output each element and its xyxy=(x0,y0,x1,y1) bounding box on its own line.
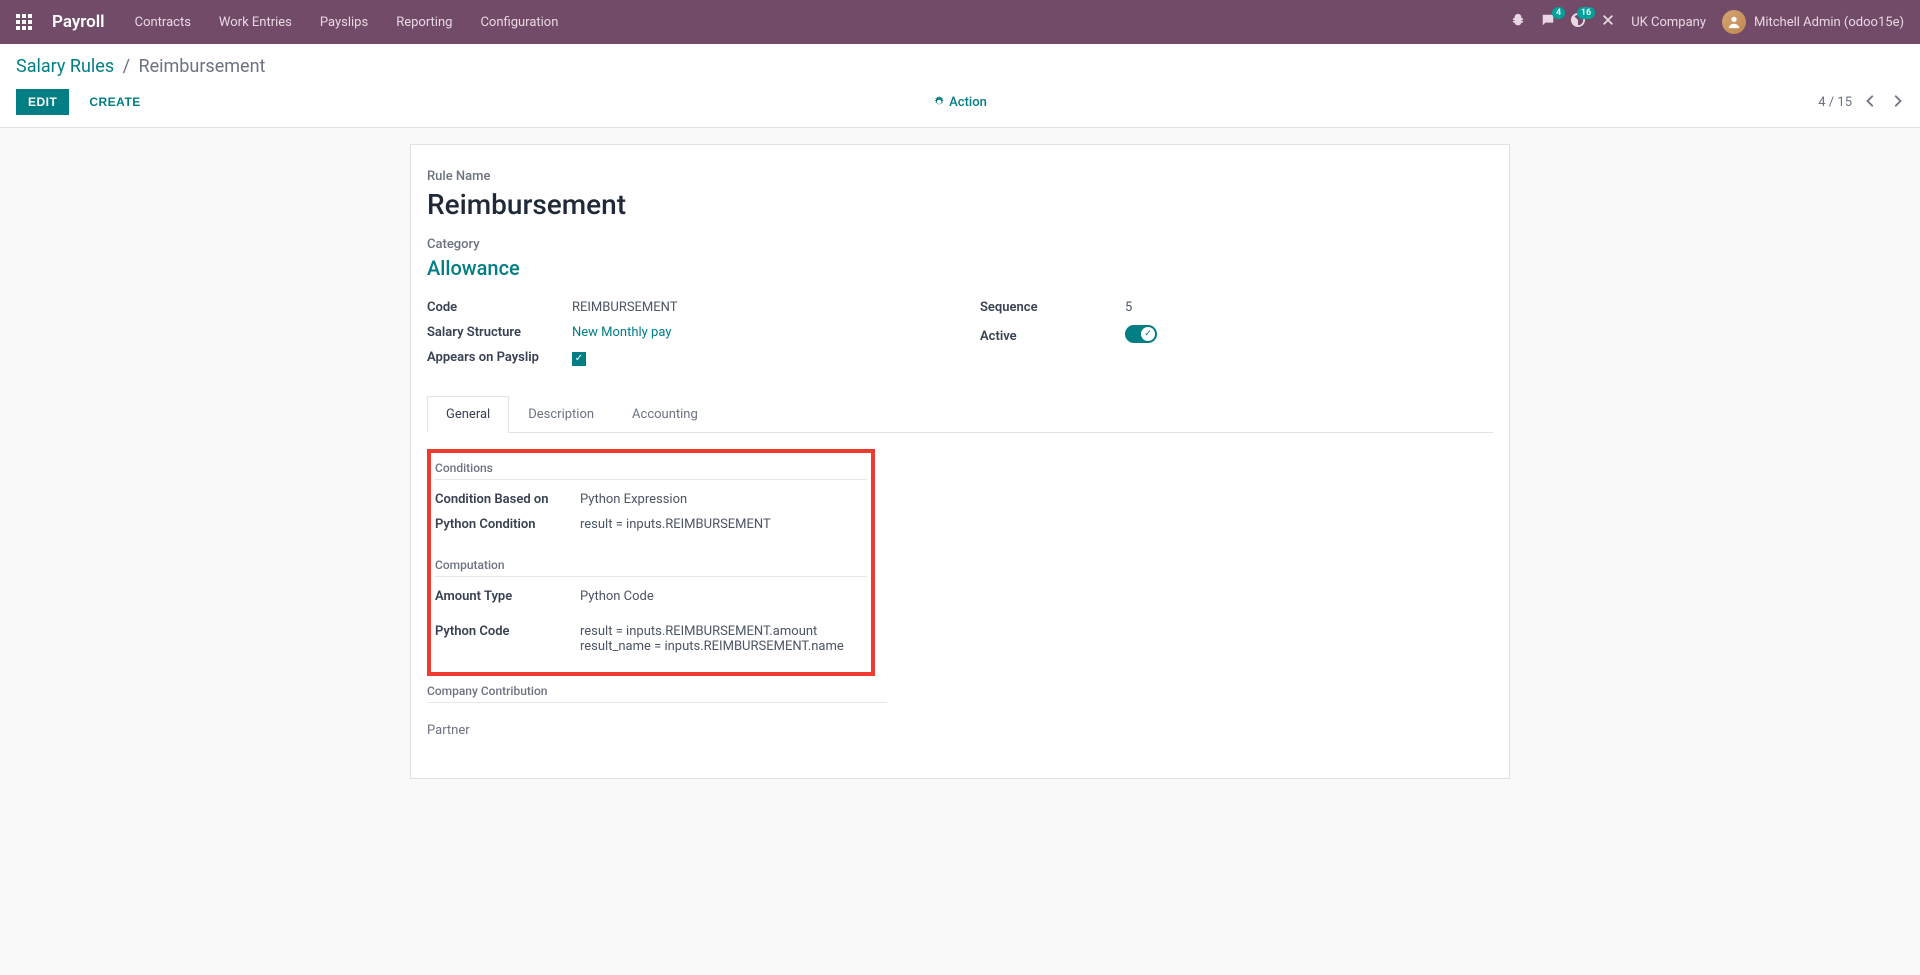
form-grid: Code REIMBURSEMENT Salary Structure New … xyxy=(427,300,1493,376)
nav-contracts[interactable]: Contracts xyxy=(135,15,191,30)
edit-button[interactable]: EDIT xyxy=(16,89,69,115)
salary-structure-label: Salary Structure xyxy=(427,325,572,340)
computation-title: Computation xyxy=(435,558,867,577)
active-toggle xyxy=(1125,325,1157,343)
pager: 4 / 15 xyxy=(1818,93,1904,112)
pager-next[interactable] xyxy=(1890,93,1904,112)
condition-based-value: Python Expression xyxy=(580,492,687,507)
app-title[interactable]: Payroll xyxy=(52,12,105,32)
company-selector[interactable]: UK Company xyxy=(1631,15,1706,30)
create-button[interactable]: CREATE xyxy=(77,89,152,115)
code-value: REIMBURSEMENT xyxy=(572,300,678,315)
python-condition-value: result = inputs.REIMBURSEMENT xyxy=(580,517,771,532)
close-tool-icon[interactable] xyxy=(1601,13,1615,31)
sheet-wrapper: Rule Name Reimbursement Category Allowan… xyxy=(0,128,1920,795)
condition-based-label: Condition Based on xyxy=(435,492,580,507)
amount-type-label: Amount Type xyxy=(435,589,580,604)
tab-accounting[interactable]: Accounting xyxy=(613,396,717,432)
python-condition-label: Python Condition xyxy=(435,517,580,532)
company-contribution-section: Company Contribution Partner xyxy=(427,684,887,738)
user-menu[interactable]: Mitchell Admin (odoo15e) xyxy=(1722,10,1904,34)
breadcrumb-parent[interactable]: Salary Rules xyxy=(16,56,114,77)
category-value: Allowance xyxy=(427,256,1493,280)
category-label: Category xyxy=(427,237,1493,252)
bug-icon[interactable] xyxy=(1511,13,1525,31)
nav-menu: Contracts Work Entries Payslips Reportin… xyxy=(135,15,559,30)
top-navbar: Payroll Contracts Work Entries Payslips … xyxy=(0,0,1920,44)
nav-reporting[interactable]: Reporting xyxy=(396,15,452,30)
pager-count: 4 / 15 xyxy=(1818,95,1852,110)
sequence-value: 5 xyxy=(1125,300,1132,315)
messages-icon[interactable]: 4 xyxy=(1541,13,1555,31)
form-sheet: Rule Name Reimbursement Category Allowan… xyxy=(410,144,1510,779)
appears-payslip-label: Appears on Payslip xyxy=(427,350,572,365)
nav-payslips[interactable]: Payslips xyxy=(320,15,368,30)
control-bar: EDIT CREATE Action 4 / 15 xyxy=(0,81,1920,128)
user-name: Mitchell Admin (odoo15e) xyxy=(1754,15,1904,30)
code-label: Code xyxy=(427,300,572,315)
nav-configuration[interactable]: Configuration xyxy=(480,15,558,30)
breadcrumb: Salary Rules / Reimbursement xyxy=(16,56,1904,77)
active-label: Active xyxy=(980,329,1125,344)
activities-badge: 16 xyxy=(1577,7,1595,19)
messages-badge: 4 xyxy=(1552,7,1565,19)
tab-description[interactable]: Description xyxy=(509,396,613,432)
pager-prev[interactable] xyxy=(1864,93,1878,112)
highlight-box: Conditions Condition Based on Python Exp… xyxy=(427,449,875,676)
python-code-value: result = inputs.REIMBURSEMENT.amount res… xyxy=(580,624,844,654)
rule-name-value: Reimbursement xyxy=(427,188,1493,221)
partner-label: Partner xyxy=(427,715,887,738)
sequence-label: Sequence xyxy=(980,300,1125,315)
salary-structure-value[interactable]: New Monthly pay xyxy=(572,325,671,340)
appears-payslip-checkbox: ✓ xyxy=(572,352,586,366)
conditions-title: Conditions xyxy=(435,461,867,480)
action-label: Action xyxy=(949,95,987,110)
rule-name-label: Rule Name xyxy=(427,169,1493,184)
apps-icon[interactable] xyxy=(16,14,32,30)
breadcrumb-current: Reimbursement xyxy=(139,56,266,77)
tab-content-general: Conditions Condition Based on Python Exp… xyxy=(427,433,1493,754)
breadcrumb-sep: / xyxy=(123,56,130,77)
python-code-label: Python Code xyxy=(435,624,580,654)
company-contribution-title: Company Contribution xyxy=(427,684,887,703)
action-dropdown[interactable]: Action xyxy=(933,95,987,110)
activities-icon[interactable]: 16 xyxy=(1571,13,1585,31)
nav-work-entries[interactable]: Work Entries xyxy=(219,15,292,30)
avatar xyxy=(1722,10,1746,34)
breadcrumb-bar: Salary Rules / Reimbursement xyxy=(0,44,1920,81)
amount-type-value: Python Code xyxy=(580,589,654,604)
tab-general[interactable]: General xyxy=(427,396,509,433)
tabs: General Description Accounting xyxy=(427,396,1493,433)
